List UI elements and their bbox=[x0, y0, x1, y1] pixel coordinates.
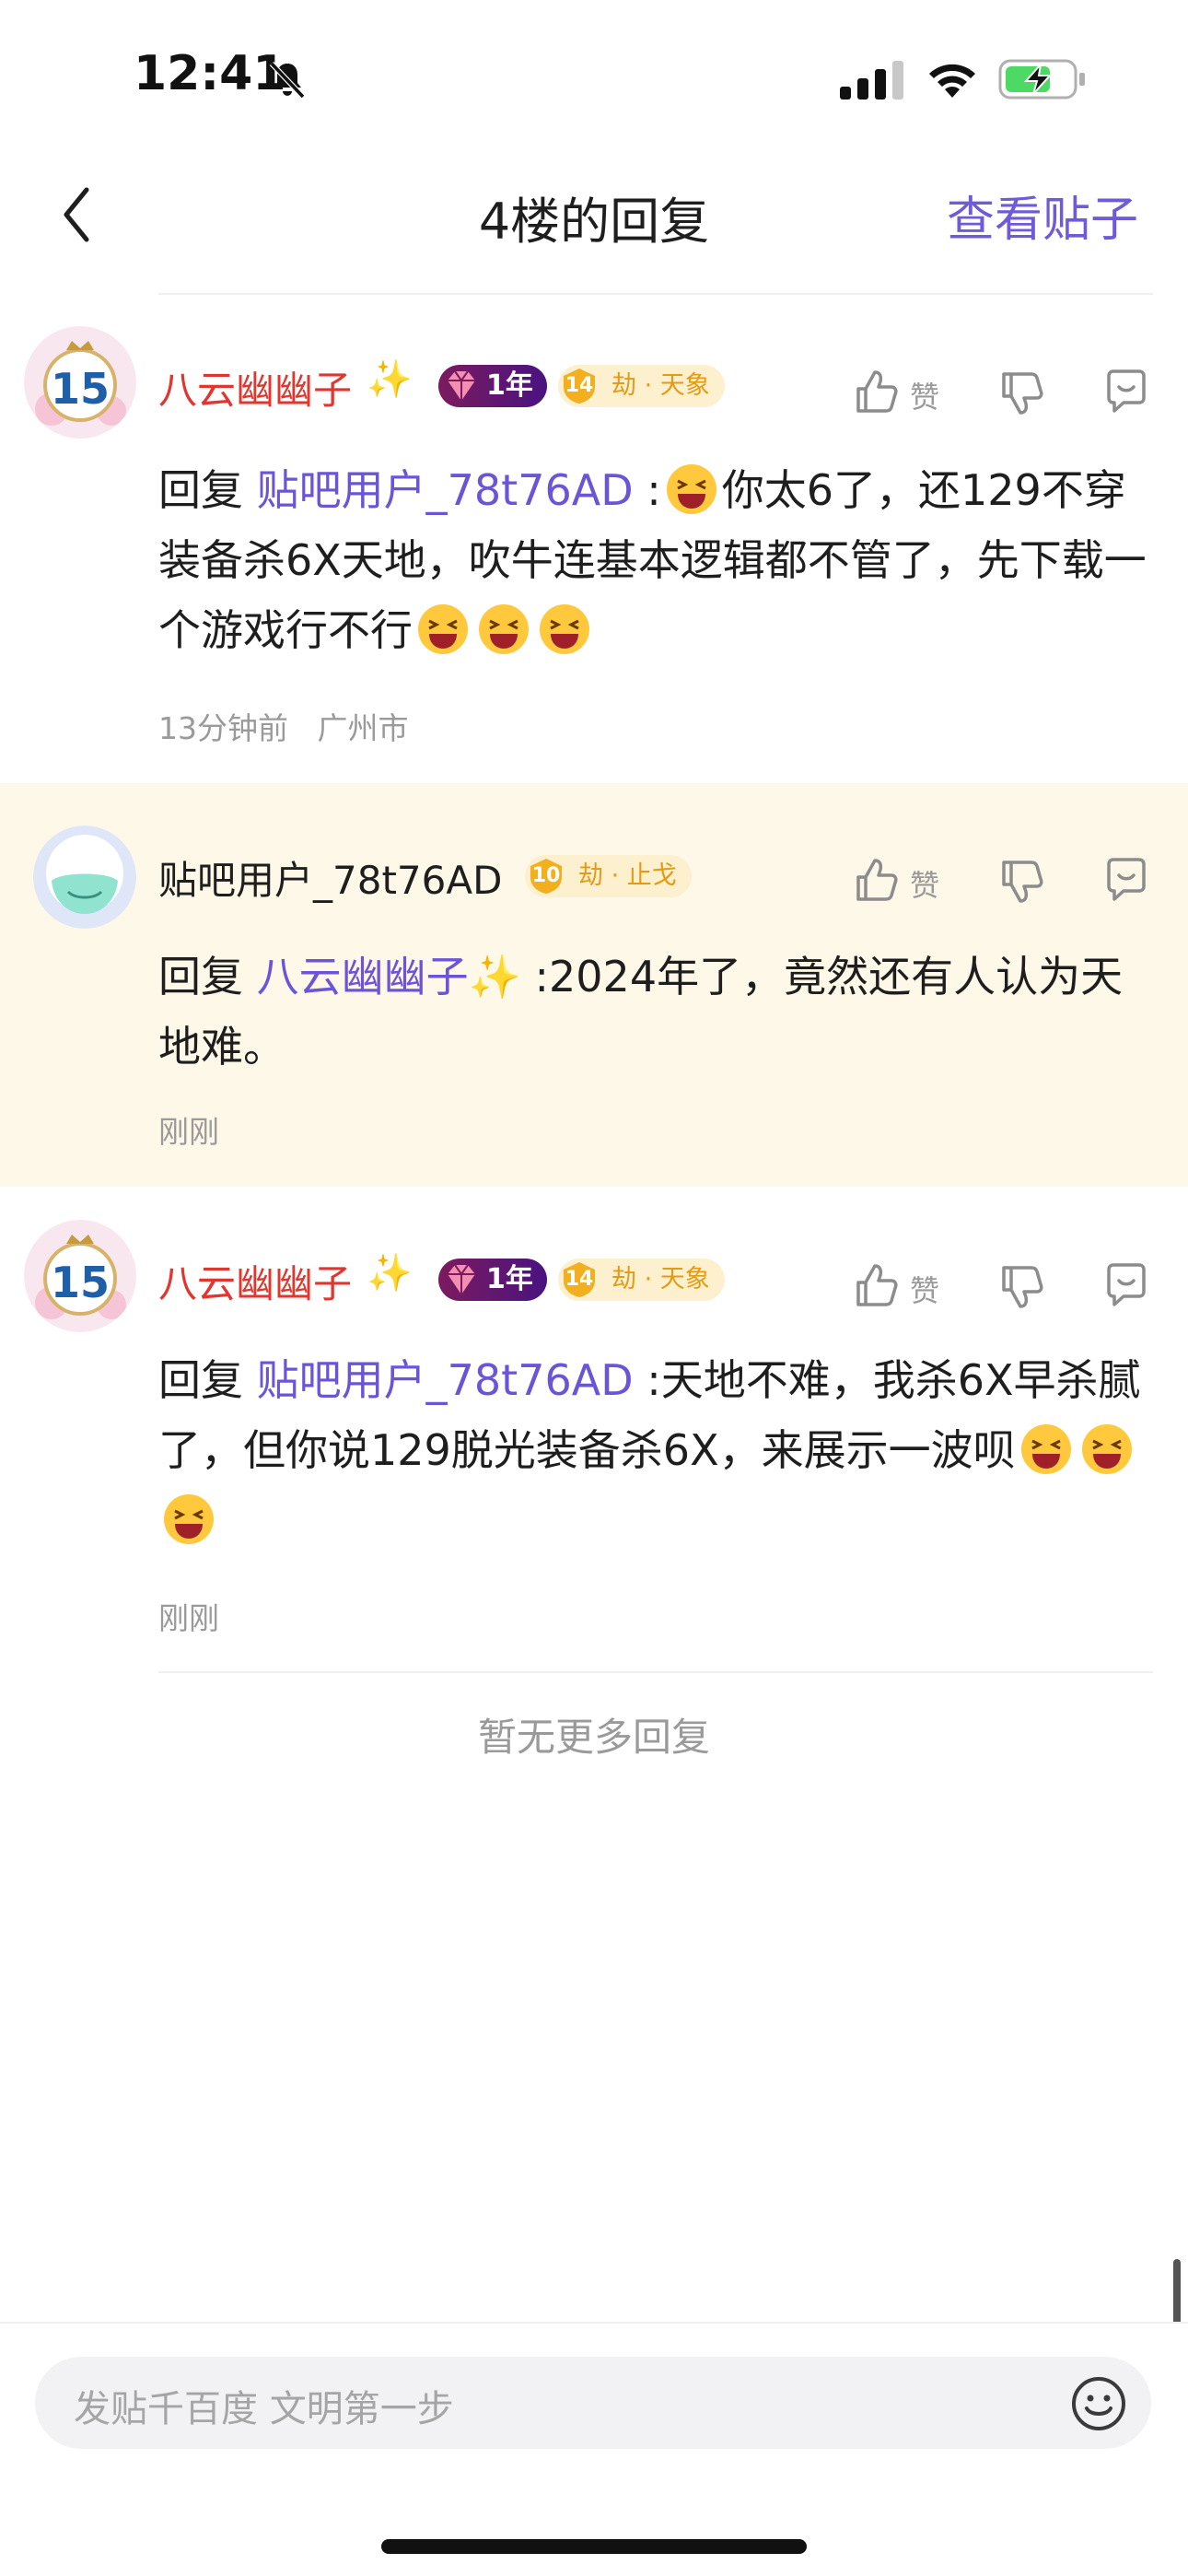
level-number: 14 bbox=[565, 374, 594, 397]
year-badge-label: 1年 bbox=[486, 1263, 533, 1295]
dislike-thumb-down-icon[interactable] bbox=[998, 370, 1044, 416]
dislike-thumb-down-icon[interactable] bbox=[998, 859, 1044, 905]
gem-icon bbox=[448, 1264, 475, 1294]
home-indicator[interactable] bbox=[381, 2539, 807, 2554]
reply-prefix: 回复 bbox=[158, 465, 257, 515]
username[interactable]: 八云幽幽子 bbox=[158, 1253, 352, 1309]
like-thumb-up-icon[interactable] bbox=[853, 369, 899, 415]
mention-link[interactable]: 贴吧用户_78t76AD bbox=[257, 465, 634, 515]
cellular-signal-icon bbox=[840, 61, 903, 100]
like-label[interactable]: 赞 bbox=[910, 374, 939, 416]
dislike-thumb-down-icon[interactable] bbox=[998, 1264, 1044, 1310]
view-post-link[interactable]: 查看贴子 bbox=[947, 181, 1138, 250]
like-thumb-up-icon[interactable] bbox=[853, 1262, 899, 1308]
level-badge: 14 劫 · 天象 bbox=[558, 365, 725, 407]
laughing-emoji-icon bbox=[1081, 1424, 1132, 1474]
level-number: 10 bbox=[531, 864, 561, 887]
laughing-emoji-icon bbox=[479, 604, 529, 654]
year-badge: 1年 bbox=[438, 1259, 547, 1301]
laughing-emoji-icon bbox=[418, 604, 468, 654]
bell-muted-icon bbox=[269, 61, 306, 100]
laughing-emoji-icon bbox=[164, 1494, 214, 1544]
username[interactable]: 八云幽幽子 bbox=[158, 359, 352, 416]
reply-meta: 刚刚 bbox=[158, 1594, 219, 1638]
reply-time: 刚刚 bbox=[158, 1600, 219, 1636]
reply-text: : bbox=[633, 465, 661, 515]
reply-time: 刚刚 bbox=[158, 1114, 219, 1150]
status-time: 12:41 bbox=[134, 46, 286, 101]
avatar-badge-text: 15 bbox=[51, 364, 110, 414]
avatar[interactable]: 15 bbox=[24, 1220, 136, 1332]
level-label: 劫 · 止戈 bbox=[578, 861, 677, 890]
reply-meta: 刚刚 bbox=[158, 1107, 219, 1152]
emoji-picker-icon[interactable] bbox=[1070, 2375, 1127, 2432]
reply-prefix: 回复 bbox=[158, 952, 257, 1001]
level-number: 14 bbox=[565, 1268, 594, 1291]
username[interactable]: 贴吧用户_78t76AD bbox=[158, 849, 502, 906]
reply-time: 13分钟前 bbox=[158, 710, 288, 746]
mention-link[interactable]: 八云幽幽子 bbox=[257, 952, 469, 1001]
laughing-emoji-icon bbox=[666, 464, 716, 514]
battery-charging-icon bbox=[998, 59, 1085, 100]
year-badge: 1年 bbox=[438, 365, 547, 407]
like-thumb-up-icon[interactable] bbox=[853, 857, 899, 903]
divider bbox=[158, 293, 1153, 295]
status-bar: 12:41 bbox=[0, 0, 1188, 157]
nav-bar: 4楼的回复 查看贴子 bbox=[0, 157, 1188, 295]
mention-link[interactable]: 贴吧用户_78t76AD bbox=[257, 1355, 634, 1405]
avatar[interactable] bbox=[33, 825, 136, 929]
reply-comment-icon[interactable] bbox=[1103, 369, 1149, 415]
reply-comment-icon[interactable] bbox=[1103, 1262, 1149, 1308]
reply-content: 回复 八云幽幽子✨ :2024年了，竟然还有人认为天地难。 bbox=[158, 942, 1153, 1082]
avatar-badge-text: 15 bbox=[51, 1258, 110, 1307]
sparkle-icon: ✨ bbox=[367, 358, 413, 401]
laughing-emoji-icon bbox=[540, 604, 589, 654]
divider bbox=[158, 1671, 1153, 1673]
reply-item: 15 八云幽幽子 ✨ 1年 14 劫 · 天象 赞 回复 贴吧用户_78t76A… bbox=[0, 1187, 1188, 1666]
scrollbar[interactable] bbox=[1173, 2259, 1181, 2325]
sparkle-icon: ✨ bbox=[367, 1252, 413, 1294]
gem-icon bbox=[448, 370, 475, 401]
bottom-bar: 发贴千百度 文明第一步 bbox=[0, 2322, 1188, 2576]
reply-input-placeholder: 发贴千百度 文明第一步 bbox=[74, 2388, 454, 2430]
reply-prefix: 回复 bbox=[158, 1355, 257, 1405]
wifi-icon bbox=[929, 64, 975, 98]
reply-item-highlighted: 贴吧用户_78t76AD 10 劫 · 止戈 赞 回复 八云幽幽子✨ :2024… bbox=[0, 783, 1188, 1187]
reply-item: 15 八云幽幽子 ✨ 1年 14 劫 · 天象 赞 回复 贴吧用户_78t76A… bbox=[0, 313, 1188, 783]
level-label: 劫 · 天象 bbox=[611, 371, 710, 400]
level-label: 劫 · 天象 bbox=[611, 1265, 710, 1294]
like-label[interactable]: 赞 bbox=[910, 862, 939, 905]
avatar[interactable]: 15 bbox=[24, 326, 136, 439]
reply-meta: 13分钟前 广州市 bbox=[158, 704, 408, 748]
year-badge-label: 1年 bbox=[486, 369, 533, 402]
reply-content: 回复 贴吧用户_78t76AD :天地不难，我杀6X早杀腻了，但你说129脱光装… bbox=[158, 1345, 1153, 1555]
like-label[interactable]: 赞 bbox=[910, 1268, 939, 1310]
sparkle-icon: ✨ bbox=[468, 952, 521, 1001]
reply-location: 广州市 bbox=[317, 710, 409, 746]
laughing-emoji-icon bbox=[1020, 1424, 1071, 1474]
level-badge: 14 劫 · 天象 bbox=[558, 1259, 725, 1301]
reply-content: 回复 贴吧用户_78t76AD : 你太6了，还129不穿装备杀6X天地，吹牛连基… bbox=[158, 455, 1153, 665]
reply-input[interactable]: 发贴千百度 文明第一步 bbox=[35, 2357, 1151, 2449]
level-badge: 10 劫 · 止戈 bbox=[525, 855, 692, 897]
no-more-replies: 暂无更多回复 bbox=[477, 1715, 710, 1760]
reply-comment-icon[interactable] bbox=[1103, 857, 1149, 903]
